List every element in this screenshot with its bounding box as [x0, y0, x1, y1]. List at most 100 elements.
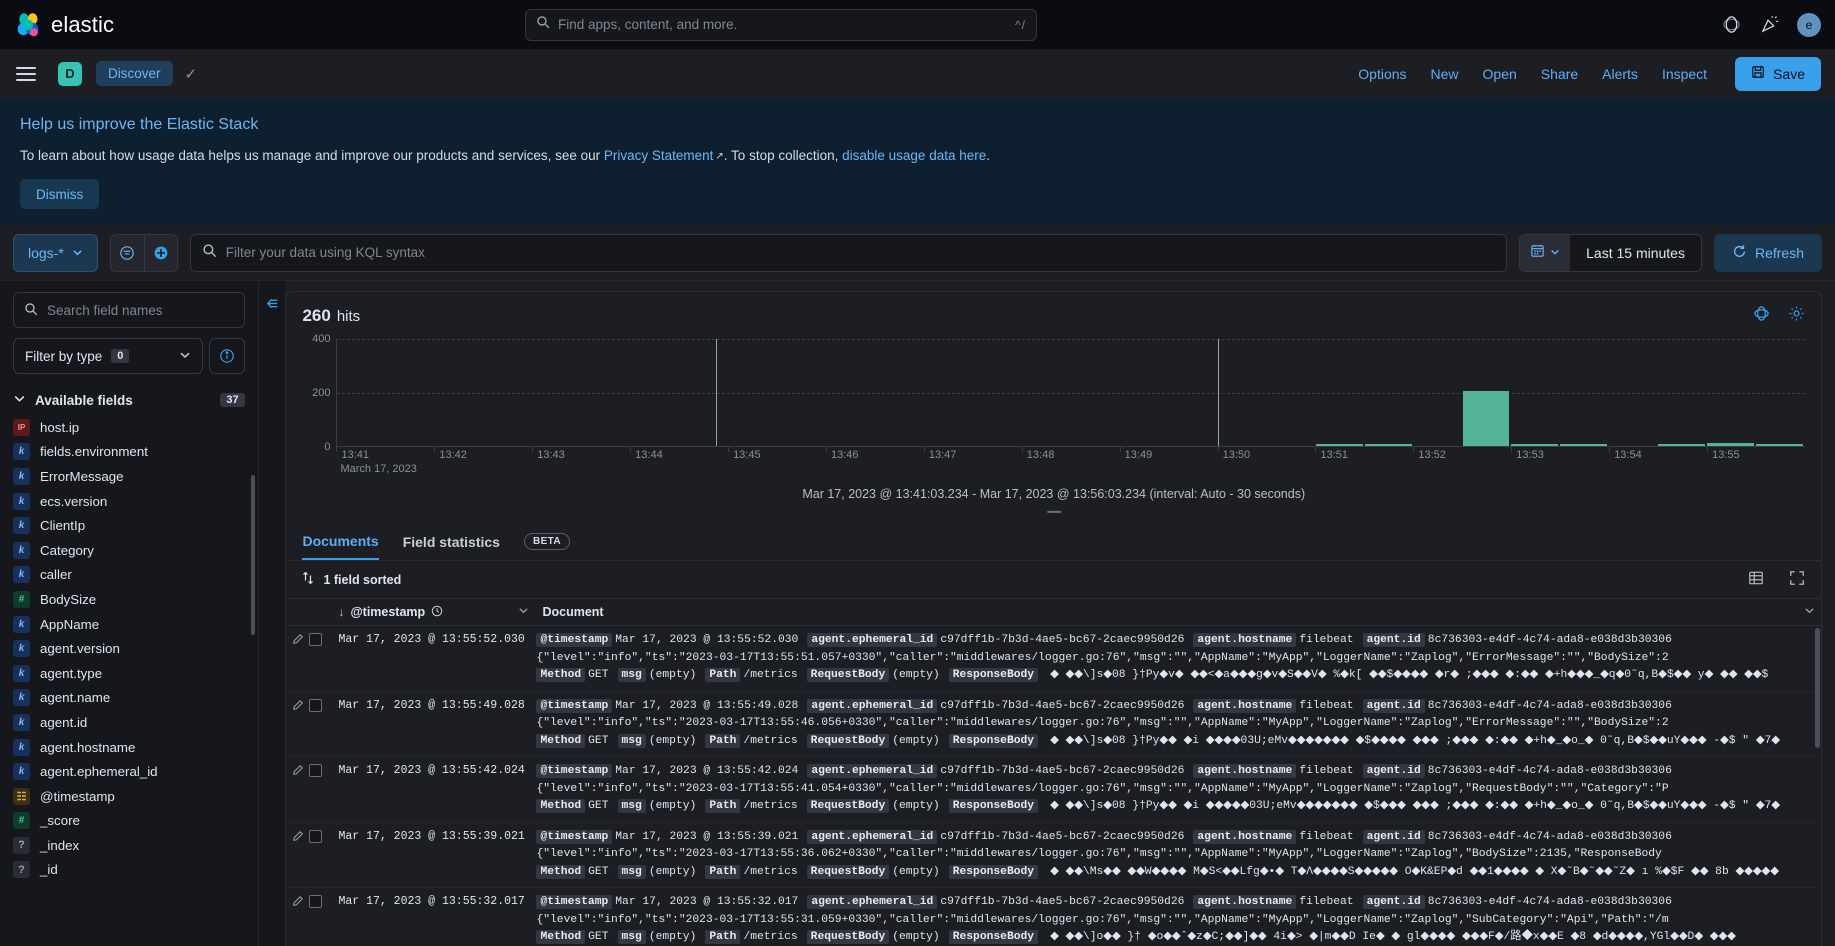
breadcrumb[interactable]: Discover — [96, 61, 173, 86]
row-select-checkbox[interactable] — [309, 698, 323, 712]
row-select-checkbox[interactable] — [309, 633, 323, 646]
column-header-timestamp[interactable]: ↓ @timestamp — [332, 605, 512, 620]
collapse-sidebar-icon[interactable] — [264, 295, 281, 946]
new-button[interactable]: New — [1431, 66, 1459, 82]
field-item[interactable]: k agent.name — [0, 686, 258, 711]
data-view-picker[interactable]: logs-* — [13, 233, 98, 272]
field-item[interactable]: ? _index — [0, 833, 258, 858]
refresh-button[interactable]: Refresh — [1713, 233, 1822, 272]
histogram-bar[interactable] — [1560, 443, 1608, 446]
field-item[interactable]: IP host.ip — [0, 415, 258, 440]
add-filter-icon[interactable] — [143, 233, 178, 272]
histogram-bar[interactable] — [1707, 443, 1755, 446]
field-item[interactable]: k AppName — [0, 612, 258, 637]
column-header-document[interactable]: Document — [534, 605, 1797, 619]
global-header: elastic Find apps, content, and more. ^/… — [0, 0, 1835, 50]
tab-documents[interactable]: Documents — [302, 523, 379, 560]
menu-toggle-icon[interactable] — [16, 66, 36, 81]
avatar[interactable]: e — [1797, 12, 1821, 37]
global-search-input[interactable]: Find apps, content, and more. ^/ — [525, 8, 1037, 41]
histogram-bar[interactable] — [1658, 443, 1706, 446]
table-row[interactable]: Mar 17, 2023 @ 13:55:42.024 @timestamp Mar… — [286, 757, 1821, 823]
field-item[interactable]: # _score — [0, 809, 258, 834]
calendar-quick-menu[interactable] — [1520, 234, 1571, 271]
field-item[interactable]: k ClientIp — [0, 513, 258, 538]
field-item[interactable]: ☷ @timestamp — [0, 784, 258, 809]
share-button[interactable]: Share — [1541, 66, 1578, 82]
chart-resize-handle[interactable]: ━━ — [286, 505, 1821, 519]
kql-query-input[interactable]: Filter your data using KQL syntax — [189, 233, 1508, 272]
available-fields-header[interactable]: Available fields 37 — [0, 387, 258, 415]
doc-field-value: (empty) — [892, 865, 940, 878]
field-item[interactable]: ? _id — [0, 858, 258, 883]
sidebar-scrollbar[interactable] — [250, 475, 255, 635]
histogram-bar[interactable] — [1315, 443, 1363, 446]
field-item[interactable]: k fields.environment — [0, 440, 258, 465]
doc-field-value: GET — [588, 734, 609, 747]
field-search-input[interactable]: Search field names — [13, 292, 245, 328]
field-item[interactable]: k agent.id — [0, 710, 258, 735]
expand-row-icon[interactable] — [292, 699, 304, 714]
chart-plot-area[interactable] — [336, 339, 1805, 447]
saved-filters-icon[interactable] — [109, 233, 144, 272]
field-item[interactable]: k agent.ephemeral_id — [0, 759, 258, 784]
field-item[interactable]: k agent.type — [0, 661, 258, 686]
options-button[interactable]: Options — [1358, 66, 1406, 82]
disable-usage-data-link[interactable]: disable usage data here — [842, 148, 986, 163]
doc-field-value: GET — [588, 931, 609, 943]
inspect-button[interactable]: Inspect — [1662, 66, 1707, 82]
doc-field-value: GET — [588, 800, 609, 812]
table-row[interactable]: Mar 17, 2023 @ 13:55:52.030 @timestamp Mar… — [286, 626, 1821, 692]
field-name: _id — [40, 862, 58, 878]
field-item[interactable]: k agent.version — [0, 636, 258, 661]
filter-by-type-dropdown[interactable]: Filter by type 0 — [13, 338, 203, 374]
row-select-checkbox[interactable] — [309, 895, 323, 908]
open-button[interactable]: Open — [1483, 66, 1517, 82]
histogram-bar[interactable] — [1364, 443, 1412, 446]
histogram-bar[interactable] — [1462, 390, 1510, 446]
chart-options-icon[interactable] — [1753, 305, 1770, 327]
table-row[interactable]: Mar 17, 2023 @ 13:55:49.028 @timestamp Mar… — [286, 692, 1821, 757]
help-icon[interactable] — [1721, 15, 1741, 35]
doc-field-key: Method — [536, 930, 586, 944]
histogram-bar[interactable] — [1756, 443, 1803, 446]
app-badge-discover[interactable]: D — [58, 61, 82, 86]
privacy-statement-link[interactable]: Privacy Statement — [604, 148, 714, 163]
doc-field-value: (empty) — [648, 734, 697, 747]
alerts-button[interactable]: Alerts — [1602, 66, 1638, 82]
field-item[interactable]: k caller — [0, 563, 258, 588]
doc-field-key: ResponseBody — [948, 930, 1039, 944]
gear-icon[interactable] — [1788, 305, 1805, 327]
table-row[interactable]: Mar 17, 2023 @ 13:55:39.021 @timestamp Mar… — [286, 823, 1821, 888]
table-row[interactable]: Mar 17, 2023 @ 13:55:32.017 @timestamp Mar… — [286, 888, 1821, 946]
date-range-value[interactable]: Last 15 minutes — [1570, 234, 1701, 271]
fullscreen-icon[interactable] — [1789, 570, 1805, 589]
field-item[interactable]: k Category — [0, 538, 258, 563]
row-select-checkbox[interactable] — [309, 829, 323, 843]
expand-row-icon[interactable] — [292, 764, 304, 779]
fields-info-icon[interactable] — [208, 338, 245, 374]
field-item[interactable]: k ecs.version — [0, 489, 258, 514]
tab-field-statistics[interactable]: Field statistics — [403, 524, 500, 559]
sort-summary-label[interactable]: 1 field sorted — [323, 573, 401, 587]
announcement-icon[interactable] — [1759, 15, 1779, 35]
display-density-icon[interactable] — [1748, 570, 1764, 589]
dismiss-button[interactable]: Dismiss — [20, 179, 100, 209]
column-menu-timestamp-icon[interactable] — [512, 605, 534, 619]
expand-row-icon[interactable] — [292, 895, 304, 910]
table-scrollbar[interactable] — [1815, 628, 1820, 748]
save-button[interactable]: Save — [1735, 56, 1821, 91]
row-select-checkbox[interactable] — [309, 764, 323, 777]
doc-field-key: RequestBody — [806, 668, 890, 682]
chevron-down-icon — [13, 392, 26, 408]
histogram-bar[interactable] — [1511, 443, 1559, 446]
field-name: ClientIp — [40, 518, 86, 534]
field-item[interactable]: # BodySize — [0, 587, 258, 612]
histogram-chart[interactable]: 0 200 400 March 17, 2023 13:41 13:42 13:43 13… — [302, 333, 1805, 475]
expand-row-icon[interactable] — [292, 830, 304, 845]
column-menu-document-icon[interactable] — [1797, 605, 1821, 619]
cell-document: @timestamp Mar 17, 2023 @ 13:55:32.017 age… — [534, 888, 1797, 946]
field-item[interactable]: k ErrorMessage — [0, 464, 258, 489]
expand-row-icon[interactable] — [292, 633, 304, 648]
field-item[interactable]: k agent.hostname — [0, 735, 258, 760]
